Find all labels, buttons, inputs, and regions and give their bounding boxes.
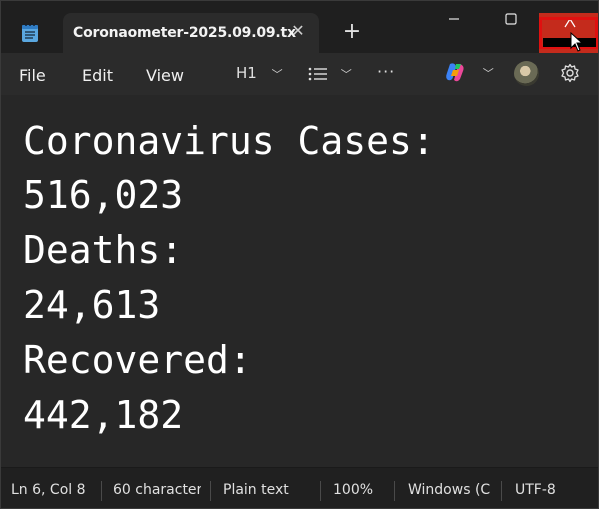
notepad-window: Coronaometer-2025.09.09.tx ✕ + File Edit… <box>0 0 599 509</box>
editor-line: Recovered: <box>23 338 252 382</box>
tab-document[interactable]: Coronaometer-2025.09.09.tx ✕ <box>63 13 319 53</box>
list-dropdown[interactable]: ﹀ <box>308 64 352 82</box>
status-divider <box>101 481 102 501</box>
status-divider <box>210 481 211 501</box>
status-divider <box>320 481 321 501</box>
menu-file[interactable]: File <box>19 66 46 85</box>
gear-icon[interactable] <box>560 63 580 83</box>
plus-icon[interactable]: + <box>341 21 363 43</box>
tab-title: Coronaometer-2025.09.09.tx <box>73 25 296 41</box>
minimize-icon[interactable] <box>444 9 464 29</box>
cursor-position[interactable]: Ln 6, Col 8 <box>11 482 91 498</box>
file-format: Plain text <box>223 482 289 498</box>
heading-label: H1 <box>236 64 257 82</box>
editor-line: Deaths: <box>23 228 184 272</box>
status-divider <box>501 481 502 501</box>
menu-view[interactable]: View <box>146 66 184 85</box>
zoom-level[interactable]: 100% <box>333 482 373 498</box>
copilot-icon <box>446 63 464 82</box>
mouse-cursor-icon <box>570 32 584 52</box>
notepad-icon <box>22 24 38 42</box>
line-ending[interactable]: Windows (CRLF) <box>408 482 491 498</box>
title-bar: Coronaometer-2025.09.09.tx ✕ + <box>1 1 598 53</box>
more-button[interactable]: ··· <box>377 62 395 81</box>
heading-dropdown[interactable]: H1 ﹀ <box>236 64 283 82</box>
character-count: 60 characters <box>113 482 201 498</box>
avatar[interactable] <box>514 61 539 86</box>
editor-line: 442,182 <box>23 393 184 437</box>
close-tab-icon[interactable]: ✕ <box>289 22 307 40</box>
encoding[interactable]: UTF-8 <box>515 482 556 498</box>
chevron-down-icon: ﹀ <box>340 68 352 81</box>
maximize-icon[interactable] <box>501 9 521 29</box>
chevron-down-icon: ﹀ <box>482 66 494 80</box>
chevron-down-icon: ﹀ <box>271 68 283 81</box>
editor-line: 516,023 <box>23 173 184 217</box>
status-divider <box>394 481 395 501</box>
text-editor[interactable]: Coronavirus Cases: 516,023 Deaths: 24,61… <box>1 95 598 467</box>
list-icon <box>308 67 327 80</box>
editor-line: Coronavirus Cases: <box>23 119 435 163</box>
copilot-dropdown[interactable]: ﹀ <box>444 61 494 83</box>
menu-bar: File Edit View H1 ﹀ ﹀ ··· ﹀ <box>1 53 598 95</box>
menu-edit[interactable]: Edit <box>82 66 113 85</box>
status-bar: Ln 6, Col 8 60 characters Plain text 100… <box>1 467 598 508</box>
editor-line: 24,613 <box>23 283 161 327</box>
